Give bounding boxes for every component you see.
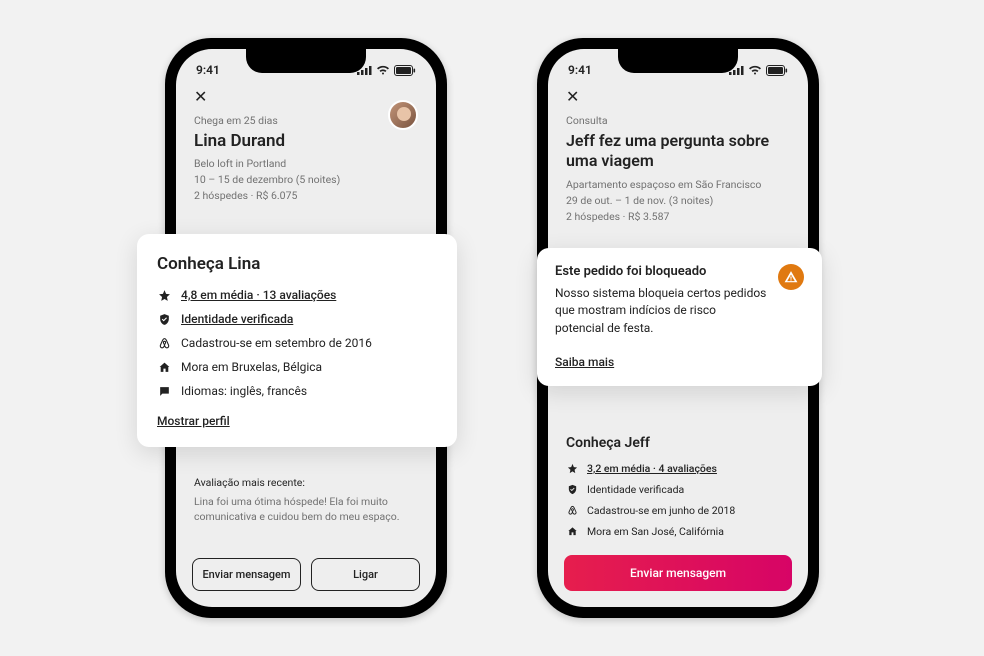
status-icons [357,65,416,76]
shield-check-icon [566,484,578,495]
notch [618,49,738,73]
send-message-button[interactable]: Enviar mensagem [564,555,792,591]
lives-text: Mora em San José, Califórnia [587,525,724,538]
airbnb-icon [566,505,578,516]
home-icon [566,526,578,537]
identity-text: Identidade verificada [587,483,684,496]
send-message-button[interactable]: Enviar mensagem [192,558,301,591]
airbnb-icon [157,337,171,350]
joined-text: Cadastrou-se em setembro de 2016 [181,336,372,350]
call-button[interactable]: Ligar [311,558,420,591]
guest-name: Lina Durand [194,131,340,151]
shield-check-icon [157,313,171,326]
status-icons [729,65,788,76]
battery-icon [394,65,416,76]
meet-title: Conheça Jeff [566,435,790,451]
home-icon [157,361,171,374]
notch [246,49,366,73]
wifi-icon [748,65,762,75]
warning-icon [778,264,804,290]
rating-row[interactable]: 3,2 em média · 4 avaliações [566,462,790,475]
listing-name: Belo loft in Portland [194,156,340,172]
joined-row: Cadastrou-se em junho de 2018 [566,504,790,517]
date-range: 29 de out. – 1 de nov. (3 noites) [566,193,790,209]
action-buttons: Enviar mensagem Ligar [176,558,436,593]
recent-review: Avaliação mais recente: Lina foi uma óti… [176,454,436,524]
blocked-text: Nosso sistema bloqueia certos pedidos qu… [555,285,768,337]
chat-icon [157,385,171,398]
lives-row: Mora em Bruxelas, Bélgica [157,360,437,374]
identity-text: Identidade verificada [181,312,293,326]
listing-name: Apartamento espaçoso em São Francisco [566,177,790,193]
review-text: Lina foi uma ótima hóspede! Ela foi muit… [194,494,418,524]
identity-row: Identidade verificada [566,483,790,496]
meet-guest-block: Conheça Jeff 3,2 em média · 4 avaliações… [548,427,808,546]
learn-more-link[interactable]: Saiba mais [555,355,614,369]
guests-price: 2 hóspedes · R$ 3.587 [566,209,790,225]
profile-info-list: 4,8 em média · 13 avaliações Identidade … [157,288,437,398]
status-time: 9:41 [568,63,592,77]
review-label: Avaliação mais recente: [194,476,418,489]
star-icon [157,289,171,302]
identity-row[interactable]: Identidade verificada [157,312,437,326]
languages-text: Idiomas: inglês, francês [181,384,307,398]
guests-price: 2 hóspedes · R$ 6.075 [194,188,340,204]
card-title: Conheça Lina [157,254,437,274]
guest-profile-card: Conheça Lina 4,8 em média · 13 avaliaçõe… [137,234,457,447]
rating-row[interactable]: 4,8 em média · 13 avaliações [157,288,437,302]
languages-row: Idiomas: inglês, francês [157,384,437,398]
date-range: 10 – 15 de dezembro (5 noites) [194,172,340,188]
joined-row: Cadastrou-se em setembro de 2016 [157,336,437,350]
battery-icon [766,65,788,76]
status-time: 9:41 [196,63,220,77]
star-icon [566,463,578,474]
show-profile-link[interactable]: Mostrar perfil [157,414,230,428]
meet-info-list: 3,2 em média · 4 avaliações Identidade v… [566,462,790,538]
inquiry-title: Jeff fez uma pergunta sobre uma viagem [566,131,790,171]
joined-text: Cadastrou-se em junho de 2018 [587,504,735,517]
rating-text: 3,2 em média · 4 avaliações [587,462,717,475]
lives-row: Mora em San José, Califórnia [566,525,790,538]
lives-text: Mora em Bruxelas, Bélgica [181,360,322,374]
close-icon[interactable]: ✕ [194,87,418,106]
blocked-notice-card: Este pedido foi bloqueado Nosso sistema … [537,248,822,386]
blocked-title: Este pedido foi bloqueado [555,264,768,279]
inquiry-meta: Consulta [566,114,790,127]
arrival-meta: Chega em 25 dias [194,114,340,127]
rating-text: 4,8 em média · 13 avaliações [181,288,336,302]
avatar[interactable] [388,100,418,130]
wifi-icon [376,65,390,75]
close-icon[interactable]: ✕ [566,87,790,106]
